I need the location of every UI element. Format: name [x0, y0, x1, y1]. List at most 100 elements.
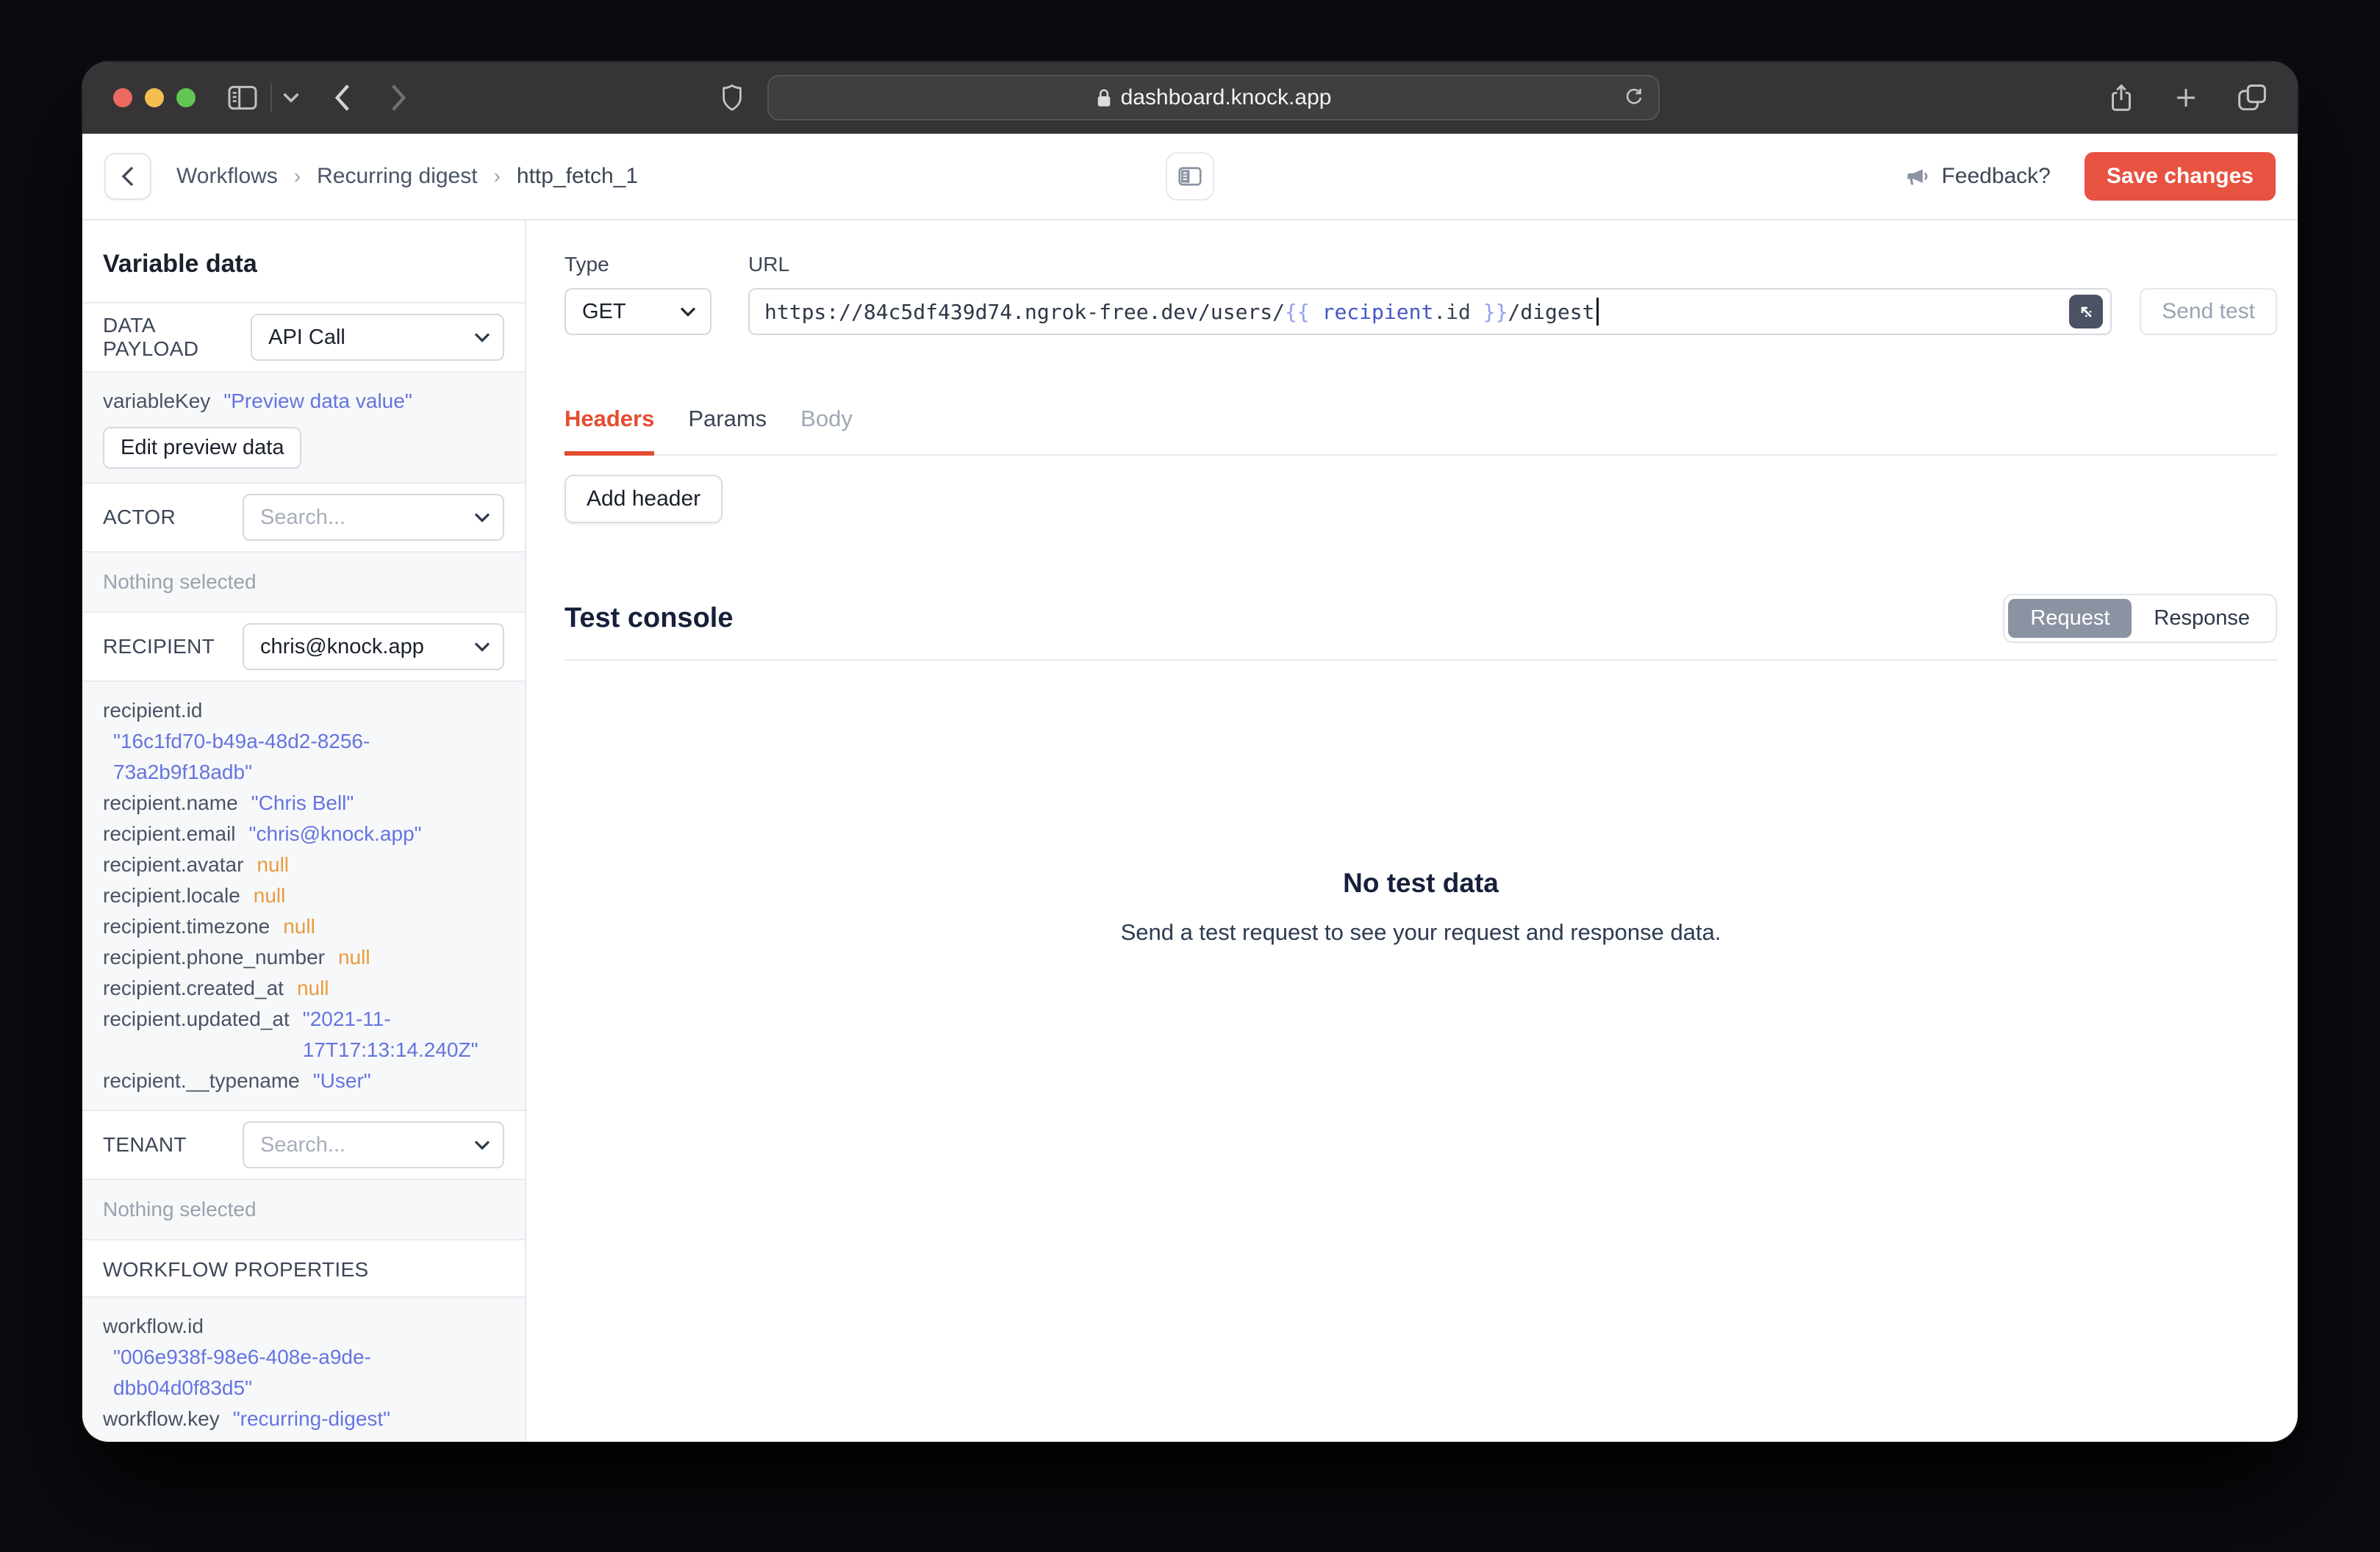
feedback-link[interactable]: Feedback?	[1904, 164, 2051, 189]
field-value: "Chris Bell"	[251, 791, 354, 814]
breadcrumb-step-name: http_fetch_1	[516, 164, 639, 188]
http-method-select[interactable]: GET	[564, 288, 712, 335]
workflow-categories-row[interactable]: workflow.categories [ ] 0 items	[103, 1434, 504, 1442]
type-label: Type	[564, 253, 609, 276]
address-bar-url: dashboard.knock.app	[1120, 85, 1332, 109]
workflow-field: workflow.key "recurring-digest"	[103, 1404, 504, 1434]
data-payload-select[interactable]: API Call	[251, 314, 504, 361]
recipient-field: recipient.email "chris@knock.app"	[103, 819, 504, 849]
workflow-properties-panel: workflow.id "006e938f-98e6-408e-a9de-dbb…	[82, 1298, 525, 1442]
actor-select[interactable]: Search...	[243, 494, 504, 541]
workflow-field-value: "006e938f-98e6-408e-a9de-dbb04d0f83d5"	[103, 1342, 504, 1404]
field-key: workflow.categories	[129, 1434, 309, 1442]
actor-placeholder: Search...	[260, 505, 346, 529]
divider	[270, 83, 272, 112]
recipient-select[interactable]: chris@knock.app	[243, 623, 504, 670]
field-value: null	[296, 977, 329, 999]
tab-params[interactable]: Params	[688, 406, 767, 456]
traffic-lights	[113, 88, 196, 107]
tenant-select[interactable]: Search...	[243, 1121, 504, 1168]
empty-state-description: Send a test request to see your request …	[1120, 919, 1721, 945]
recipient-field: recipient.id	[103, 695, 504, 726]
send-test-button[interactable]: Send test	[2140, 288, 2277, 335]
recipient-row: RECIPIENT chris@knock.app	[82, 613, 525, 682]
chevron-down-icon[interactable]	[282, 92, 300, 104]
breadcrumb-workflow-name[interactable]: Recurring digest	[317, 164, 477, 189]
field-key: recipient.avatar	[103, 853, 244, 876]
recipient-data-panel: recipient.id "16c1fd70-b49a-48d2-8256-73…	[82, 682, 525, 1111]
share-icon[interactable]	[2108, 83, 2135, 112]
browser-chrome: dashboard.knock.app	[82, 62, 2298, 134]
recipient-field: recipient.avatar null	[103, 849, 504, 880]
field-key: recipient.updated_at	[103, 1007, 290, 1030]
open-editor-icon[interactable]	[2069, 295, 2104, 328]
url-input[interactable]: https://84c5df439d74.ngrok-free.dev/user…	[748, 288, 2112, 335]
content-row: Variable data DATA PAYLOAD API Call vari…	[82, 220, 2298, 1442]
data-payload-value: API Call	[268, 325, 345, 349]
browser-back-icon[interactable]	[334, 83, 351, 112]
field-value: "chris@knock.app"	[248, 822, 422, 845]
reload-icon[interactable]	[1623, 87, 1645, 109]
actor-empty-panel: Nothing selected	[82, 553, 525, 613]
browser-toolbar-right	[2108, 83, 2267, 112]
browser-sidebar-icon[interactable]	[228, 85, 257, 110]
tab-overview-icon[interactable]	[2237, 84, 2267, 112]
recipient-field: recipient.__typename "User"	[103, 1066, 504, 1096]
field-value: null	[253, 884, 286, 907]
recipient-field-value: "16c1fd70-b49a-48d2-8256-73a2b9f18adb"	[103, 726, 504, 788]
tenant-row: TENANT Search...	[82, 1111, 525, 1180]
recipient-field: recipient.phone_number null	[103, 942, 504, 973]
recipient-field: recipient.created_at null	[103, 973, 504, 1004]
chevron-down-icon	[679, 306, 697, 317]
tab-body[interactable]: Body	[800, 406, 853, 456]
data-payload-row: DATA PAYLOAD API Call	[82, 303, 525, 373]
field-key: workflow.key	[103, 1407, 220, 1430]
breadcrumb-separator: ›	[293, 165, 301, 187]
breadcrumb-workflows[interactable]: Workflows	[176, 164, 278, 189]
tenant-empty-panel: Nothing selected	[82, 1180, 525, 1240]
field-key: recipient.locale	[103, 884, 240, 907]
field-key: recipient.id	[103, 699, 203, 722]
new-tab-icon[interactable]	[2173, 85, 2199, 111]
back-button[interactable]	[104, 153, 151, 200]
add-header-button[interactable]: Add header	[564, 475, 723, 523]
desktop-background: dashboard.knock.app Workflows › Recurrin…	[0, 0, 2380, 1552]
save-changes-button[interactable]: Save changes	[2084, 152, 2276, 201]
close-window-button[interactable]	[113, 88, 132, 107]
address-bar[interactable]: dashboard.knock.app	[767, 75, 1660, 121]
recipient-field: recipient.locale null	[103, 880, 504, 911]
recipient-field: recipient.timezone null	[103, 911, 504, 942]
toggle-response-button[interactable]: Response	[2132, 599, 2272, 638]
toggle-request-button[interactable]: Request	[2008, 599, 2132, 638]
http-fetch-editor: Type GET URL https://84c5df439d74.ngrok-…	[526, 220, 2298, 1442]
browser-nav-controls	[228, 83, 407, 112]
actor-empty-text: Nothing selected	[103, 570, 257, 593]
field-key: workflow.id	[103, 1315, 204, 1337]
minimize-window-button[interactable]	[145, 88, 164, 107]
workflow-properties-label: WORKFLOW PROPERTIES	[103, 1258, 369, 1281]
workflow-properties-heading: WORKFLOW PROPERTIES	[82, 1240, 525, 1298]
recipient-selected-value: chris@knock.app	[260, 634, 424, 658]
field-value: "recurring-digest"	[232, 1407, 391, 1430]
actor-label: ACTOR	[103, 506, 176, 528]
preview-key-row: variableKey "Preview data value"	[103, 386, 504, 417]
http-method-value: GET	[582, 299, 626, 323]
browser-forward-icon[interactable]	[390, 83, 407, 112]
empty-state-title: No test data	[1343, 868, 1499, 898]
privacy-shield-icon[interactable]	[720, 84, 744, 112]
feedback-label: Feedback?	[1941, 164, 2051, 188]
edit-preview-data-button[interactable]: Edit preview data	[103, 427, 302, 469]
categories-count: 0 items	[353, 1434, 419, 1442]
request-type-field: Type GET	[564, 253, 712, 335]
tenant-empty-text: Nothing selected	[103, 1198, 257, 1221]
field-key: recipient.phone_number	[103, 946, 325, 969]
toggle-sidebar-button[interactable]	[1166, 152, 1214, 201]
empty-state: No test data Send a test request to see …	[564, 868, 2277, 946]
lock-icon	[1096, 87, 1112, 108]
zoom-window-button[interactable]	[176, 88, 196, 107]
tab-headers[interactable]: Headers	[564, 406, 655, 456]
request-url-field: URL https://84c5df439d74.ngrok-free.dev/…	[748, 253, 2112, 335]
field-value: null	[337, 946, 370, 969]
chevron-down-icon	[473, 1139, 491, 1151]
field-key: recipient.__typename	[103, 1069, 300, 1092]
